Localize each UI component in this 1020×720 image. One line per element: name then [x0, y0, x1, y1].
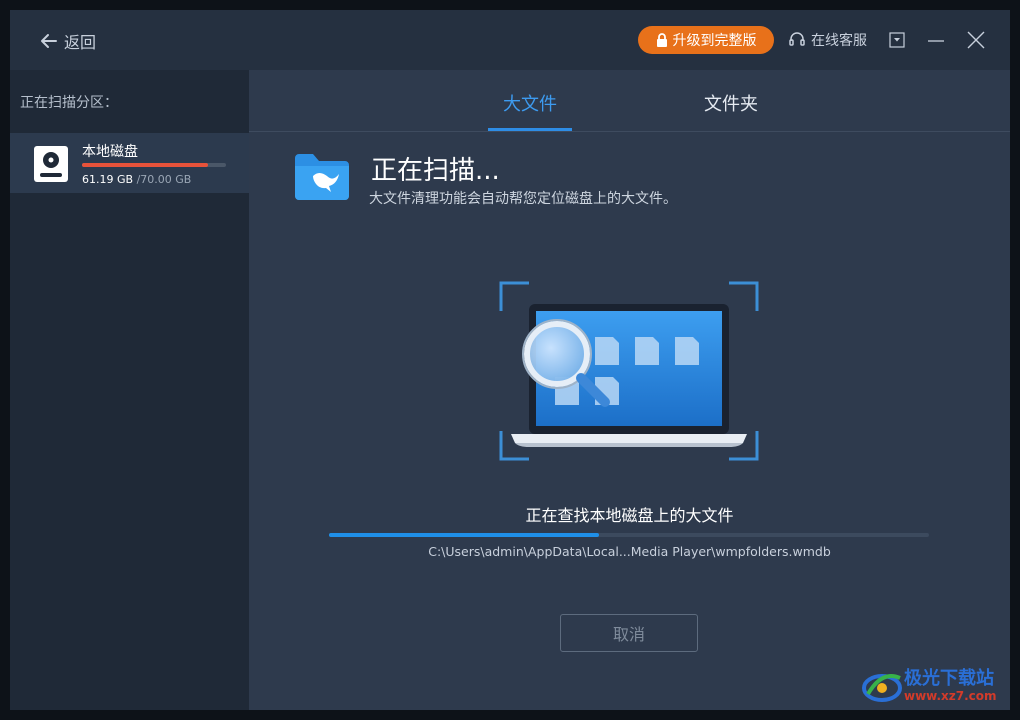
minimize-button[interactable]: [926, 30, 946, 50]
drive-name: 本地磁盘: [82, 144, 138, 160]
headset-icon: [789, 32, 805, 46]
main-panel: 大文件 文件夹 正在扫描... 大文件清理功能会自动帮您定位磁盘上的大文件。 正…: [249, 70, 1010, 710]
dropdown-icon: [889, 32, 905, 48]
folder-icon: [295, 154, 349, 200]
scan-title: 正在扫描...: [371, 156, 500, 186]
scan-description: 大文件清理功能会自动帮您定位磁盘上的大文件。: [369, 191, 677, 207]
tab-folders[interactable]: 文件夹: [689, 90, 773, 116]
drive-size: 61.19 GB /70.00 GB: [82, 173, 191, 186]
watermark-name: 极光下载站: [904, 668, 994, 689]
arrow-left-icon: [41, 34, 57, 48]
scan-status-text: 正在查找本地磁盘上的大文件: [525, 506, 734, 525]
sidebar: 正在扫描分区： 本地磁盘 61.19 GB /70.00 GB: [10, 70, 249, 710]
title-bar: 返回 升级到完整版 在线客服: [10, 10, 1010, 70]
scanning-partition-label: 正在扫描分区：: [20, 95, 118, 111]
drive-usage-bar: [82, 163, 226, 167]
watermark-text: 极光下载站 www.xz7.com: [904, 668, 997, 704]
app-window: 返回 升级到完整版 在线客服 正在扫描分区： 本地磁盘 61.19 GB /70…: [10, 10, 1010, 710]
active-tab-indicator: [488, 128, 572, 131]
close-icon: [967, 31, 985, 49]
current-file-path: C:\Users\admin\AppData\Local...Media Pla…: [428, 544, 831, 559]
support-label: 在线客服: [811, 33, 867, 49]
scan-progress-fill: [329, 533, 599, 537]
hard-drive-icon: [34, 146, 68, 182]
drive-used-size: 61.19 GB: [82, 173, 134, 186]
close-button[interactable]: [966, 30, 986, 50]
tab-large-files[interactable]: 大文件: [488, 90, 572, 116]
drive-usage-fill: [82, 163, 208, 167]
sidebar-item-local-disk[interactable]: 本地磁盘 61.19 GB /70.00 GB: [10, 133, 249, 193]
cancel-button[interactable]: 取消: [560, 614, 698, 652]
upgrade-label: 升级到完整版: [672, 33, 757, 49]
dropdown-menu-button[interactable]: [887, 30, 907, 50]
minimize-icon: [928, 40, 944, 42]
back-button[interactable]: 返回: [40, 29, 96, 53]
tab-bar: 大文件 文件夹: [249, 70, 1010, 132]
scan-laptop-illustration: [499, 281, 759, 461]
back-label: 返回: [64, 33, 97, 52]
lock-icon: [656, 33, 667, 47]
watermark-url: www.xz7.com: [904, 689, 997, 703]
watermark: 极光下载站 www.xz7.com: [860, 664, 997, 708]
drive-total-size: /70.00 GB: [136, 173, 192, 186]
upgrade-button[interactable]: 升级到完整版: [638, 26, 774, 54]
online-support-button[interactable]: 在线客服: [788, 30, 867, 50]
scan-progress-bar: [329, 533, 929, 537]
watermark-logo-icon: [862, 674, 902, 702]
